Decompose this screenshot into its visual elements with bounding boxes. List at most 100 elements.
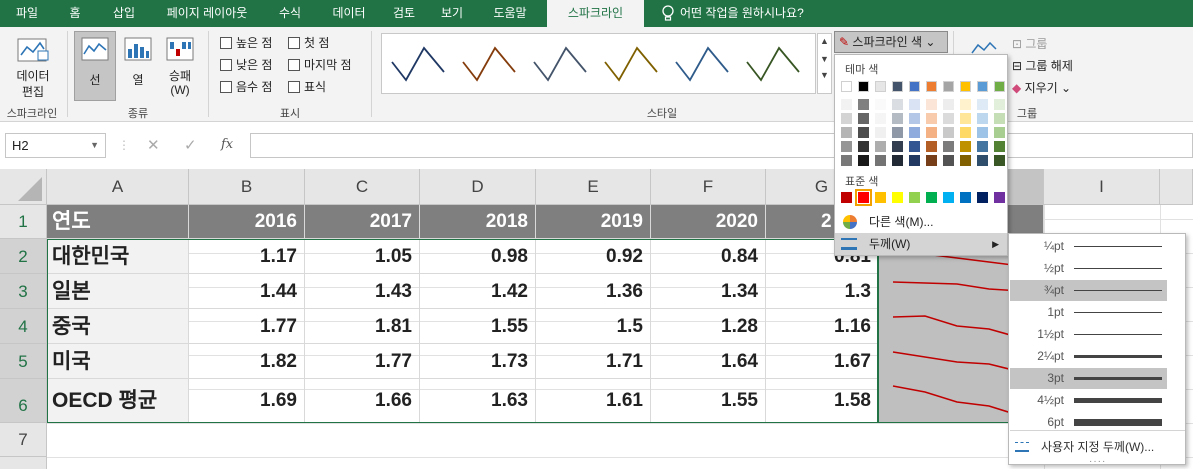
cell-b5[interactable]: 1.82 bbox=[189, 344, 305, 379]
more-colors-item[interactable]: 다른 색(M)... bbox=[835, 211, 1007, 233]
theme-color-swatch[interactable] bbox=[909, 81, 920, 92]
weight-option[interactable]: 1pt bbox=[1010, 302, 1167, 323]
insert-function-icon[interactable]: fx bbox=[221, 137, 233, 152]
cell-b4[interactable]: 1.77 bbox=[189, 309, 305, 344]
column-header-a[interactable]: A bbox=[47, 169, 189, 205]
style-option[interactable] bbox=[674, 42, 730, 86]
cell-g3[interactable]: 1.3 bbox=[766, 274, 878, 309]
winloss-chart-icon[interactable] bbox=[166, 37, 194, 61]
theme-color-swatch[interactable] bbox=[960, 99, 971, 110]
cell-c2[interactable]: 1.05 bbox=[305, 239, 420, 274]
sparkline-color-button[interactable]: ✎ 스파크라인 색 ⌄ bbox=[834, 31, 948, 53]
standard-color-swatch[interactable] bbox=[855, 189, 872, 206]
column-header-e[interactable]: E bbox=[536, 169, 651, 205]
cell-c4[interactable]: 1.81 bbox=[305, 309, 420, 344]
standard-color-swatch[interactable] bbox=[943, 192, 954, 203]
negative-point-checkbox[interactable]: 음수 점 bbox=[220, 79, 272, 95]
cell-c6[interactable]: 1.66 bbox=[305, 379, 420, 423]
cell-d6[interactable]: 1.63 bbox=[420, 379, 536, 423]
theme-color-swatch[interactable] bbox=[926, 127, 937, 138]
cell-b1[interactable]: 2016 bbox=[189, 205, 305, 239]
standard-color-swatch[interactable] bbox=[926, 192, 937, 203]
row-header-2[interactable]: 2 bbox=[0, 239, 47, 274]
cell-e3[interactable]: 1.36 bbox=[536, 274, 651, 309]
cell-b6[interactable]: 1.69 bbox=[189, 379, 305, 423]
theme-color-swatch[interactable] bbox=[909, 99, 920, 110]
row-header-5[interactable]: 5 bbox=[0, 344, 47, 379]
cell-f3[interactable]: 1.34 bbox=[651, 274, 766, 309]
theme-color-swatch[interactable] bbox=[858, 155, 869, 166]
weight-option[interactable]: 4½pt bbox=[1010, 390, 1167, 411]
theme-color-swatch[interactable] bbox=[858, 113, 869, 124]
theme-color-swatch[interactable] bbox=[892, 99, 903, 110]
theme-color-swatch[interactable] bbox=[994, 127, 1005, 138]
ungroup-button[interactable]: ⊟ 그룹 해제 bbox=[1012, 57, 1073, 74]
low-point-checkbox[interactable]: 낮은 점 bbox=[220, 57, 272, 73]
column-header-f[interactable]: F bbox=[651, 169, 766, 205]
cell-g5[interactable]: 1.67 bbox=[766, 344, 878, 379]
cell-c1[interactable]: 2017 bbox=[305, 205, 420, 239]
theme-color-swatch[interactable] bbox=[892, 81, 903, 92]
weight-option[interactable]: ¼pt bbox=[1010, 236, 1167, 257]
theme-color-swatch[interactable] bbox=[943, 155, 954, 166]
theme-color-swatch[interactable] bbox=[841, 127, 852, 138]
column-header-j[interactable] bbox=[1160, 169, 1193, 205]
sparkline-style-gallery[interactable] bbox=[381, 33, 816, 94]
type-winloss-label[interactable]: 승패 bbox=[160, 67, 200, 84]
theme-color-swatch[interactable] bbox=[960, 141, 971, 152]
theme-color-swatch[interactable] bbox=[875, 127, 886, 138]
weight-option[interactable]: ½pt bbox=[1010, 258, 1167, 279]
standard-color-swatch[interactable] bbox=[909, 192, 920, 203]
theme-color-swatch[interactable] bbox=[875, 155, 886, 166]
cell-a4[interactable]: 중국 bbox=[47, 309, 189, 344]
chevron-up-icon[interactable]: ▲ bbox=[818, 36, 831, 46]
tab-file[interactable]: 파일 bbox=[8, 0, 46, 27]
theme-color-swatch[interactable] bbox=[943, 81, 954, 92]
theme-color-swatch[interactable] bbox=[926, 99, 937, 110]
theme-color-swatch[interactable] bbox=[977, 141, 988, 152]
row-header-4[interactable]: 4 bbox=[0, 309, 47, 344]
tell-me-search[interactable]: 어떤 작업을 원하시나요? bbox=[680, 0, 830, 27]
theme-color-swatch[interactable] bbox=[858, 127, 869, 138]
edit-data-label[interactable]: 데이터 bbox=[5, 67, 61, 84]
theme-color-swatch[interactable] bbox=[943, 99, 954, 110]
theme-color-swatch[interactable] bbox=[977, 127, 988, 138]
group-button[interactable]: ⊡ 그룹 bbox=[1012, 35, 1047, 52]
chevron-down-icon[interactable]: ▼ bbox=[818, 54, 831, 64]
enter-icon[interactable]: ✓ bbox=[184, 136, 197, 154]
cell-a6[interactable]: OECD 평균 bbox=[47, 379, 189, 423]
tab-insert[interactable]: 삽입 bbox=[102, 0, 146, 27]
theme-color-swatch[interactable] bbox=[858, 99, 869, 110]
tab-help[interactable]: 도움말 bbox=[482, 0, 538, 27]
theme-color-swatch[interactable] bbox=[977, 155, 988, 166]
theme-color-swatch[interactable] bbox=[909, 113, 920, 124]
theme-color-swatch[interactable] bbox=[841, 155, 852, 166]
cell-b2[interactable]: 1.17 bbox=[189, 239, 305, 274]
cell-e1[interactable]: 2019 bbox=[536, 205, 651, 239]
cell-e6[interactable]: 1.61 bbox=[536, 379, 651, 423]
cell-b3[interactable]: 1.44 bbox=[189, 274, 305, 309]
style-option[interactable] bbox=[745, 42, 801, 86]
theme-color-swatch[interactable] bbox=[977, 113, 988, 124]
cell-a5[interactable]: 미국 bbox=[47, 344, 189, 379]
theme-color-swatch[interactable] bbox=[909, 127, 920, 138]
cell-f5[interactable]: 1.64 bbox=[651, 344, 766, 379]
row-header-1[interactable]: 1 bbox=[0, 205, 47, 239]
cell-a2[interactable]: 대한민국 bbox=[47, 239, 189, 274]
cancel-icon[interactable]: ✕ bbox=[147, 136, 160, 154]
theme-color-swatch[interactable] bbox=[943, 141, 954, 152]
theme-color-swatch[interactable] bbox=[875, 99, 886, 110]
weight-item[interactable]: 두께(W) ▶ bbox=[835, 233, 1007, 255]
weight-option[interactable]: 1½pt bbox=[1010, 324, 1167, 345]
theme-color-swatch[interactable] bbox=[892, 127, 903, 138]
cell-f1[interactable]: 2020 bbox=[651, 205, 766, 239]
theme-color-swatch[interactable] bbox=[960, 113, 971, 124]
row-header-6[interactable]: 6 bbox=[0, 379, 47, 423]
theme-color-swatch[interactable] bbox=[960, 155, 971, 166]
theme-color-swatch[interactable] bbox=[875, 141, 886, 152]
style-option[interactable] bbox=[603, 42, 659, 86]
style-option[interactable] bbox=[390, 42, 446, 86]
resize-grip[interactable]: ···· bbox=[1089, 456, 1106, 467]
theme-color-swatch[interactable] bbox=[994, 81, 1005, 92]
clear-button[interactable]: ◆ 지우기 ⌄ bbox=[1012, 79, 1071, 96]
